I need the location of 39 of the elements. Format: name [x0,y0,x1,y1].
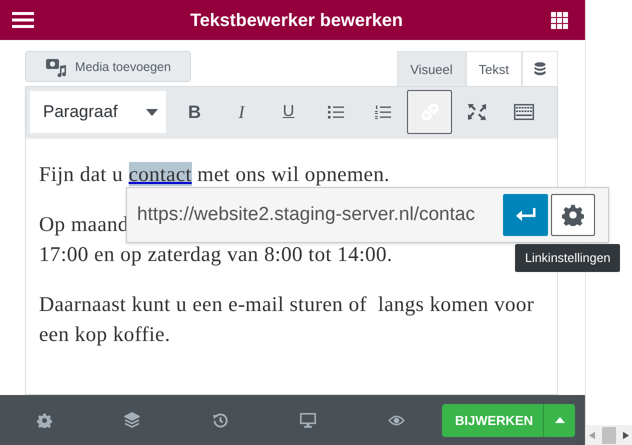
link-button[interactable] [407,90,452,134]
history-icon[interactable] [212,412,228,428]
format-dropdown[interactable]: Paragraaf [30,91,166,133]
fullscreen-icon [468,104,486,120]
caret-icon [146,108,158,116]
add-media-button[interactable]: Media toevoegen [25,51,191,82]
bold-button[interactable]: B [172,90,217,134]
layers-icon[interactable] [124,412,140,428]
editor-tab[interactable]: Visueel [397,51,466,86]
apps-grid-icon[interactable] [551,12,568,28]
update-options-button[interactable] [543,404,575,436]
panel-title: Tekstbewerker bewerken [190,10,403,30]
monitor-icon[interactable] [300,412,316,428]
database-icon [534,62,546,76]
numbered-list-icon [374,105,390,119]
editor-tab[interactable]: Tekst [466,51,522,86]
keyboard-icon [514,104,534,120]
underline-button[interactable]: U [266,90,311,134]
scroll-right-icon[interactable] [623,430,629,440]
bullet-list-icon [328,105,344,119]
enter-icon [516,208,536,222]
apply-link-button[interactable] [503,194,548,236]
caret-icon [554,417,564,423]
text-link[interactable]: contact [128,162,192,186]
tooltip: Linkinstellingen [515,244,620,272]
settings-icon[interactable] [36,412,52,428]
link-settings-button[interactable] [551,194,595,236]
url-field[interactable]: https://website2.staging-server.nl/contac [137,204,500,226]
gear-icon [562,204,584,226]
menu-icon[interactable] [12,12,34,28]
paragraph-text: 17:00 en op zaterdag van 8:00 tot 14:00. [39,242,392,266]
paragraph-text: Fijn dat u [39,162,124,186]
paragraph-text: met ons wil opnemen. [196,162,390,186]
scrollbar[interactable] [586,425,632,445]
paragraph-text: Daarnaast kunt u een e-mail sturen of langs komen voor een kop koffie. [39,292,536,346]
dynamic-tags-button[interactable] [522,51,558,86]
media-icon [45,56,68,76]
italic-button[interactable]: I [219,90,264,134]
eye-icon[interactable] [388,414,404,426]
